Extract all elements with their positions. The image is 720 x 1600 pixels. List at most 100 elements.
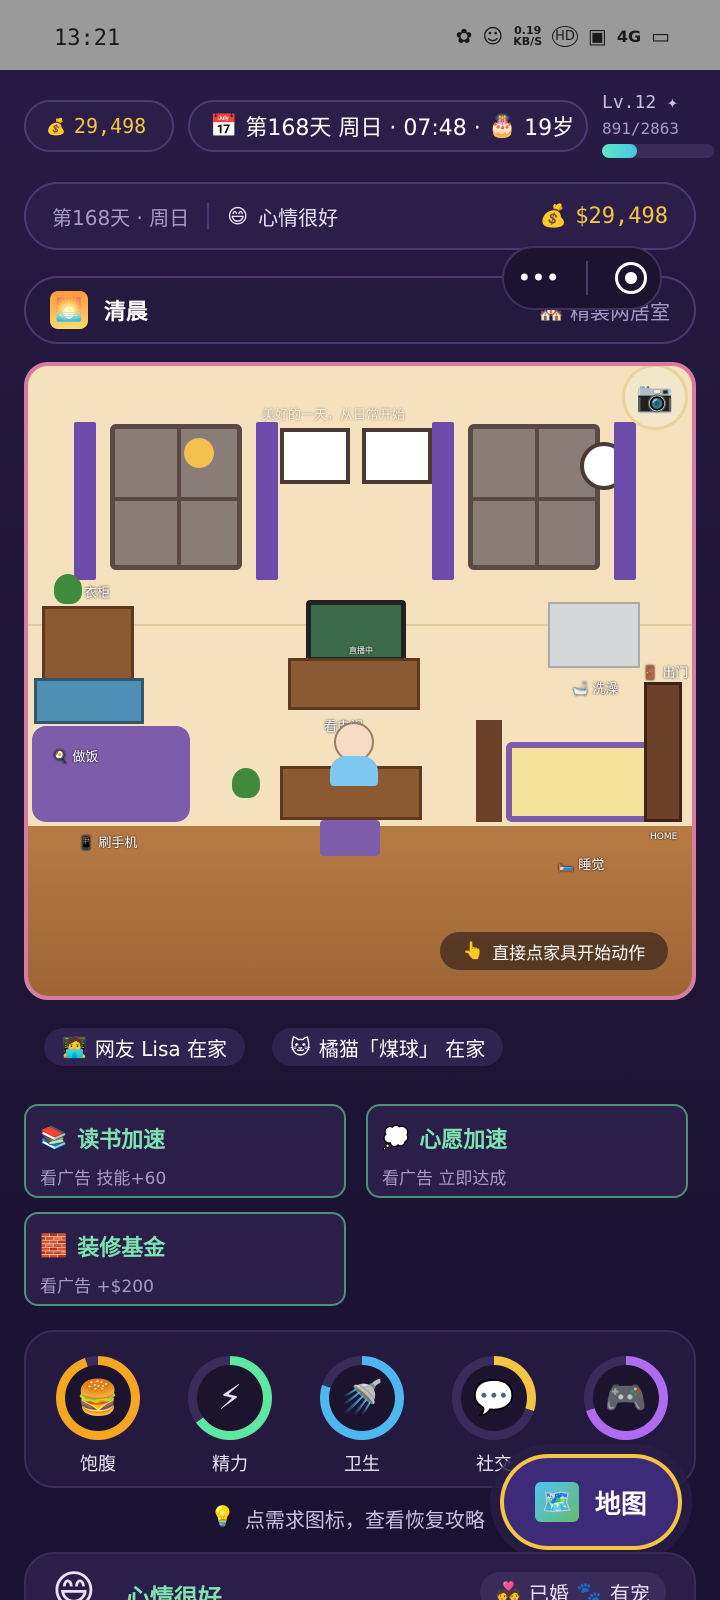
mood-panel[interactable]: 😄 心情很好 💑 已婚 🐾 有宠 — [24, 1552, 696, 1600]
need-energy[interactable]: ⚡ 精力 — [188, 1356, 272, 1476]
television[interactable]: 直播中 — [306, 600, 406, 662]
gamepad-icon: 🎮 — [593, 1365, 659, 1431]
cook-label[interactable]: 🍳 做饭 — [52, 746, 98, 765]
need-hygiene[interactable]: 🚿 卫生 — [320, 1356, 404, 1476]
wardrobe[interactable] — [42, 606, 134, 684]
money-amount: 29,498 — [73, 114, 147, 138]
boost-wish[interactable]: 💭 心愿加速 看广告 立即达成 — [366, 1104, 688, 1198]
brick-icon: 🧱 — [40, 1233, 68, 1259]
age: 19岁 — [524, 116, 575, 141]
front-door[interactable] — [644, 682, 682, 822]
person-laptop-icon: 🧑‍💻 — [62, 1035, 87, 1059]
money-bag-icon: 💰 — [539, 203, 568, 229]
lightning-icon: ⚡ — [197, 1365, 263, 1431]
status-icons: ✿ ☺ 0.19 KB/S HD ▣ 4G ▭ — [456, 24, 670, 48]
relationship-chip[interactable]: 💑 已婚 🐾 有宠 — [480, 1572, 666, 1600]
need-ring: 🚿 — [320, 1356, 404, 1440]
hd-icon: HD — [552, 25, 578, 47]
bathroom-area[interactable] — [548, 602, 640, 668]
tv-stand[interactable] — [288, 658, 420, 710]
flower-icon: ✿ — [455, 24, 473, 48]
level-box[interactable]: Lv.12 ✦ 891/2863 — [602, 92, 714, 158]
close-target-icon[interactable] — [614, 262, 647, 294]
mood-text: 心情很好 — [126, 1584, 222, 1600]
boost-reading[interactable]: 📚 读书加速 看广告 技能+60 — [24, 1104, 346, 1198]
bed-headboard — [476, 720, 502, 822]
speech-bubble-icon: 💬 — [461, 1365, 527, 1431]
app-icon: ☺ — [482, 24, 504, 48]
boost-renovation[interactable]: 🧱 装修基金 看广告 +$200 — [24, 1212, 346, 1306]
phone-label[interactable]: 📱 刷手机 — [78, 832, 137, 851]
plant-icon — [54, 574, 82, 604]
need-ring: 🍔 — [56, 1356, 140, 1440]
player-avatar-body[interactable] — [330, 756, 378, 786]
wash-label[interactable]: 🛁 洗澡 — [572, 678, 618, 697]
miniprogram-capsule: ••• — [502, 246, 662, 310]
wardrobe-label[interactable]: 衣柜 — [84, 582, 110, 601]
curtain-left-2 — [256, 422, 278, 580]
window-right — [468, 424, 600, 570]
paw-icon: 🐾 — [576, 1580, 602, 1600]
date-info: 第168天 周日 · 07:48 · — [245, 116, 481, 141]
happy-face-icon: 😄 — [52, 1566, 96, 1600]
couple-icon: 💑 — [496, 1580, 521, 1600]
wall-text: 美好的一天，从日常开始 — [262, 408, 406, 423]
needs-hint: 💡 点需求图标，查看恢复攻略 — [210, 1504, 485, 1532]
level-xp: 891/2863 — [602, 119, 680, 138]
sunrise-icon: 🌅 — [50, 291, 88, 329]
books-icon: 📚 — [40, 1125, 68, 1151]
status-time: 13:21 — [54, 26, 121, 51]
burger-icon: 🍔 — [65, 1365, 131, 1431]
sofa[interactable] — [32, 726, 190, 822]
curtain-right-1 — [432, 422, 454, 580]
out-label[interactable]: 🚪 出门 — [642, 662, 688, 681]
cat-icon: 🐱 — [290, 1035, 311, 1059]
capsule-divider — [586, 261, 589, 295]
time-period: 清晨 — [104, 300, 149, 325]
need-ring: 🎮 — [584, 1356, 668, 1440]
need-social[interactable]: 💬 社交 — [452, 1356, 536, 1476]
sun-icon — [184, 438, 214, 468]
curtain-left-1 — [74, 422, 96, 580]
cake-icon: 🎂 — [488, 113, 517, 139]
need-ring: ⚡ — [188, 1356, 272, 1440]
curtain-right-2 — [614, 422, 636, 580]
map-icon: 🗺️ — [534, 1482, 579, 1522]
network-speed: 0.19 KB/S — [513, 24, 543, 48]
more-menu-button[interactable]: ••• — [517, 264, 559, 292]
home-mat-label: HOME — [650, 832, 678, 842]
chair — [320, 820, 380, 856]
floor-plant-icon — [232, 768, 260, 798]
thought-bubble-icon: 💭 — [382, 1125, 410, 1151]
need-ring: 💬 — [452, 1356, 536, 1440]
bed[interactable] — [506, 742, 652, 822]
companion-tag-lisa[interactable]: 🧑‍💻 网友 Lisa 在家 — [44, 1028, 245, 1066]
signal-icon: 4G — [616, 26, 642, 46]
xp-bar — [602, 144, 714, 158]
divider — [207, 203, 210, 229]
need-hunger[interactable]: 🍔 饱腹 — [56, 1356, 140, 1476]
level-title: Lv.12 ✦ — [602, 92, 678, 113]
smile-icon: 😄 — [227, 204, 249, 228]
money-pill[interactable]: 💰 29,498 — [24, 100, 174, 152]
tv-screen-label: 直播中 — [349, 646, 373, 655]
sleep-label[interactable]: 🛏️ 睡觉 — [558, 854, 604, 873]
furniture-hint: 👆 直接点家具开始动作 — [440, 932, 668, 970]
info-bar[interactable]: 第168天 · 周日 😄 心情很好 💰 $29,498 — [24, 182, 696, 250]
window-left — [110, 424, 242, 570]
calendar-icon: 📅 — [210, 113, 238, 139]
sparkle-icon: ✦ — [667, 92, 678, 113]
camera-button[interactable]: 📷 — [622, 366, 688, 430]
companion-tag-cat[interactable]: 🐱 橘猫「煤球」 在家 — [272, 1028, 504, 1066]
room-scene[interactable]: 美好的一天，从日常开始 📷 衣柜 🍳 做饭 📱 刷手机 直播中 看电视 🛁 洗澡… — [24, 362, 696, 1000]
nfc-icon: ▣ — [587, 24, 607, 48]
shower-icon: 🚿 — [329, 1365, 395, 1431]
info-mood: 😄 心情很好 — [227, 204, 339, 230]
pointing-hand-icon: 👆 — [462, 941, 485, 961]
money-bag-icon: 💰 — [46, 116, 66, 136]
kitchen-counter[interactable] — [34, 678, 144, 724]
battery-icon: ▭ — [651, 24, 670, 48]
map-button[interactable]: 🗺️ 地图 — [500, 1454, 682, 1550]
date-pill[interactable]: 📅 第168天 周日 · 07:48 · 🎂 19岁 — [188, 100, 588, 152]
mountain-picture-1 — [280, 428, 350, 484]
